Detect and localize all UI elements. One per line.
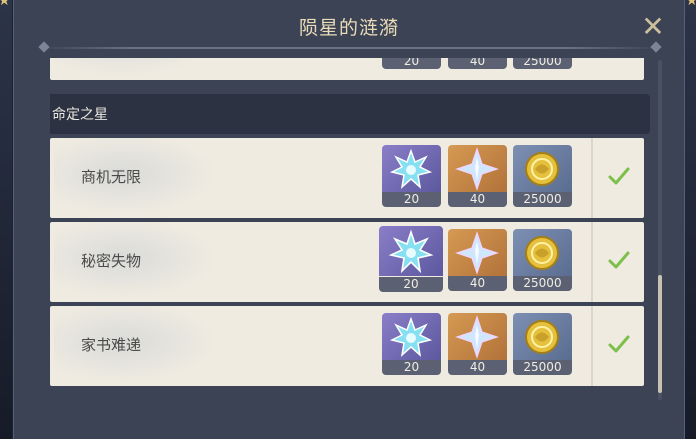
mora-coin-icon (513, 313, 572, 360)
item-count: 40 (448, 192, 507, 207)
achievement-dialog: 陨星的涟漪 ✕ 20 40 25000 命定之星 商机无限 20 40 2500… (13, 0, 685, 439)
reward-list[interactable]: 20 40 25000 命定之星 商机无限 20 40 25000 秘密失物 2… (50, 58, 650, 439)
sparkle-crystal-icon (382, 313, 441, 360)
row-background-art (54, 58, 224, 80)
reward-item[interactable]: 20 (382, 58, 441, 69)
reward-item[interactable]: 20 (382, 313, 441, 375)
section-title: 命定之星 (52, 107, 108, 123)
sparkle-crystal-icon (382, 145, 441, 192)
corner-star-icon: ★ (685, 0, 696, 9)
star-gem-icon (448, 145, 507, 192)
checkmark-icon (608, 251, 630, 269)
item-count: 20 (382, 192, 441, 207)
reward-row[interactable]: 商机无限 20 40 25000 (50, 138, 644, 218)
reward-item-selected[interactable]: 20 (379, 226, 443, 292)
reward-item[interactable]: 25000 (513, 229, 572, 291)
reward-item[interactable]: 40 (448, 229, 507, 291)
achievement-name: 商机无限 (81, 168, 142, 186)
reward-item[interactable]: 40 (448, 58, 507, 69)
item-count: 25000 (513, 192, 572, 207)
background-left (0, 0, 12, 439)
scrollbar-thumb[interactable] (658, 275, 662, 393)
achievement-name: 秘密失物 (81, 252, 142, 270)
section-header: 命定之星 (50, 94, 650, 134)
star-gem-icon (448, 229, 507, 276)
divider-ornament-icon (650, 41, 662, 53)
item-count: 20 (379, 277, 443, 292)
divider-ornament-icon (38, 41, 50, 53)
mora-coin-icon (513, 229, 572, 276)
reward-row[interactable]: 秘密失物 20 40 25000 (50, 222, 644, 302)
checkmark-icon (608, 335, 630, 353)
reward-item[interactable]: 40 (448, 145, 507, 207)
corner-star-icon: ★ (0, 0, 11, 9)
dialog-title: 陨星的涟漪 (298, 17, 399, 39)
item-count: 40 (448, 276, 507, 291)
claim-status (591, 222, 646, 302)
item-count: 40 (448, 360, 507, 375)
title-bar: 陨星的涟漪 ✕ (14, 0, 684, 58)
mora-coin-icon (513, 145, 572, 192)
item-count: 20 (382, 58, 441, 69)
item-count: 25000 (513, 276, 572, 291)
background-right (684, 0, 696, 439)
reward-row[interactable]: 家书难递 20 40 25000 (50, 306, 644, 386)
star-gem-icon (448, 313, 507, 360)
reward-row-partial: 20 40 25000 (50, 58, 644, 80)
item-count: 25000 (513, 58, 572, 69)
claim-status (591, 138, 646, 218)
item-count: 25000 (513, 360, 572, 375)
checkmark-icon (608, 167, 630, 185)
close-icon: ✕ (641, 10, 665, 43)
claim-status (591, 306, 646, 386)
sparkle-crystal-icon (379, 226, 443, 276)
close-button[interactable]: ✕ (640, 13, 666, 41)
reward-item[interactable]: 25000 (513, 145, 572, 207)
reward-item[interactable]: 40 (448, 313, 507, 375)
item-count: 20 (382, 360, 441, 375)
reward-item[interactable]: 25000 (513, 58, 572, 69)
achievement-name: 家书难递 (81, 336, 142, 354)
reward-item[interactable]: 20 (382, 145, 441, 207)
item-count: 40 (448, 58, 507, 69)
reward-item[interactable]: 25000 (513, 313, 572, 375)
title-divider (38, 41, 662, 53)
